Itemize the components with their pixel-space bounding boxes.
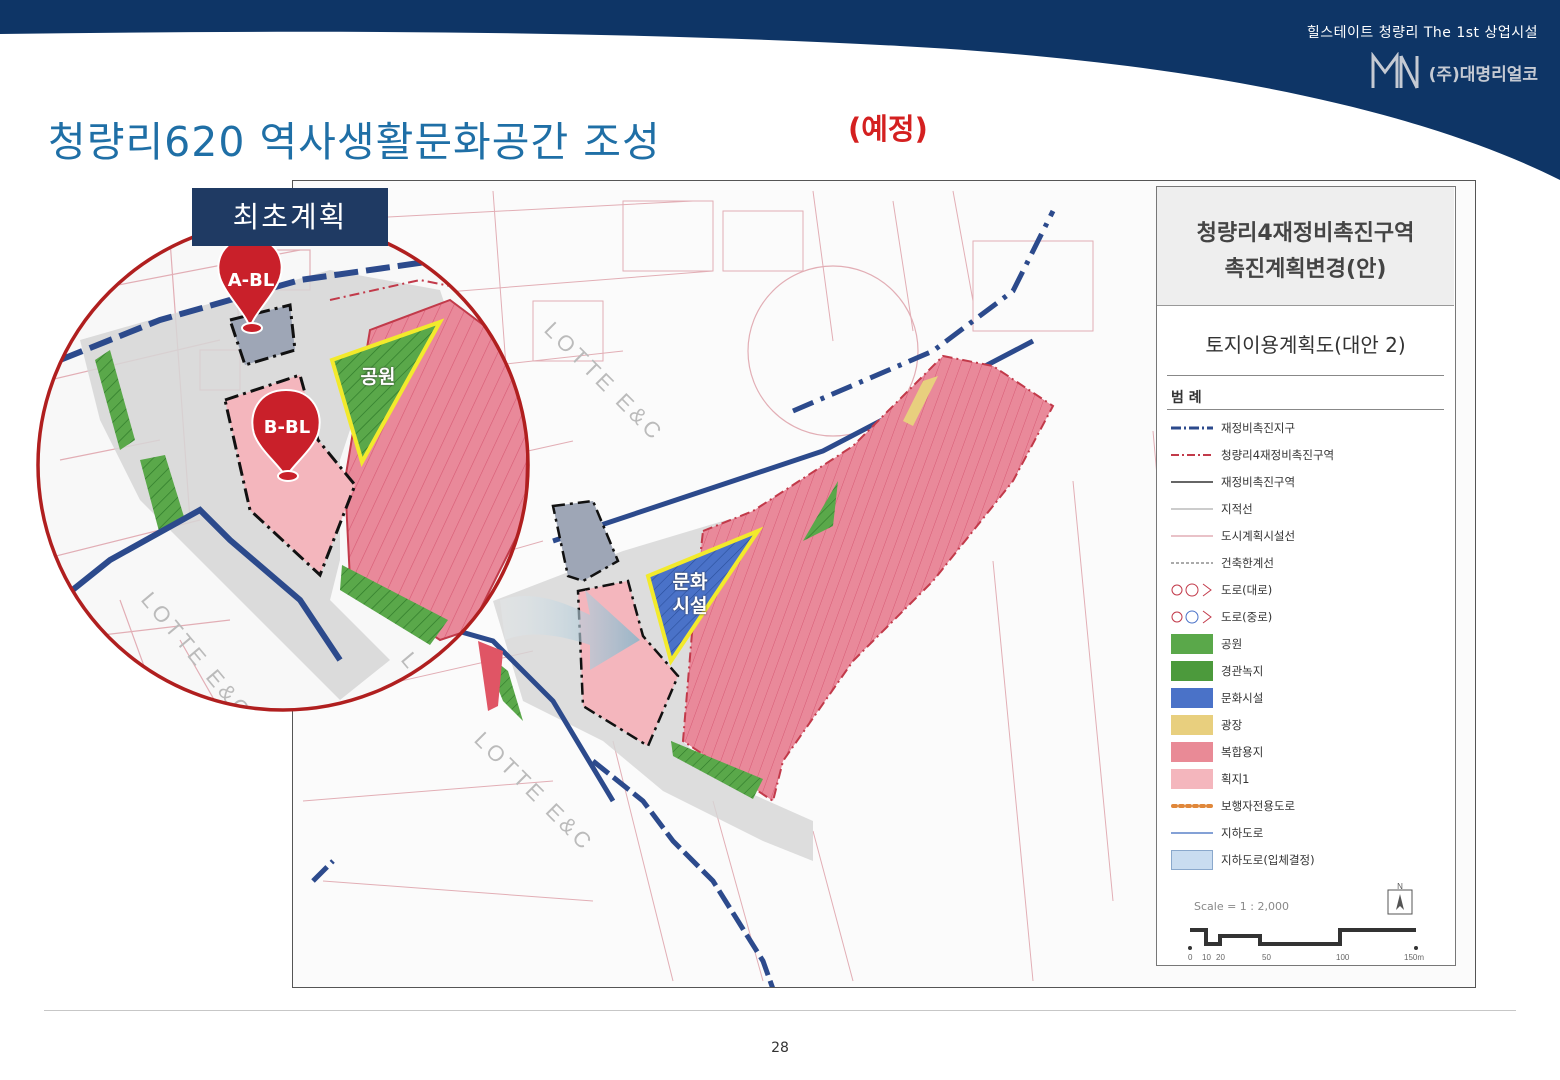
inset-overlay: LOTTE E&C LOTTE E&C (36, 218, 640, 784)
culture-label: 문화 시설 (660, 570, 720, 618)
inset-map: LOTTE E&C LOTTE E&C (36, 218, 530, 784)
footer-divider (44, 1010, 1516, 1011)
pin-label-b: B-BL (263, 417, 311, 438)
inset-caption: 최초계획 (192, 188, 388, 246)
arrow-icon (500, 590, 640, 670)
park-label: 공원 (360, 366, 396, 388)
culture-label-line2: 시설 (672, 595, 708, 617)
inset-watermark: LOTTE E&C (396, 647, 517, 784)
page-number: 28 (771, 1040, 789, 1056)
pin-label-a: A-BL (227, 270, 275, 291)
culture-label-line1: 문화 (672, 571, 708, 593)
